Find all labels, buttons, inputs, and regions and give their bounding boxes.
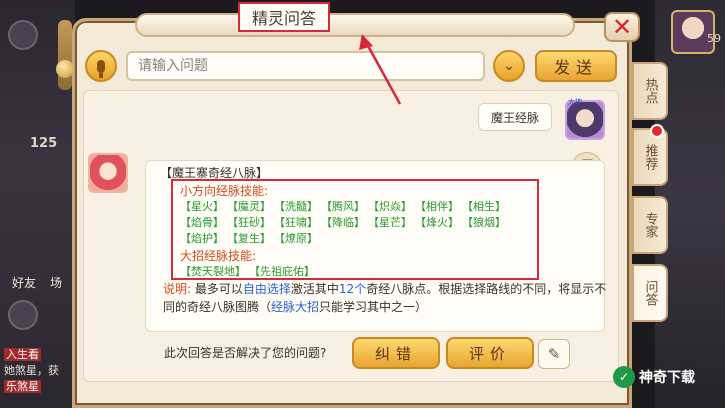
history-dropdown-button[interactable]: ⌄ (493, 50, 525, 82)
report-error-button[interactable]: 纠错 (352, 337, 440, 369)
sprite-avatar (88, 153, 128, 193)
watermark-logo-icon: ✓ (613, 366, 635, 388)
voice-input-button[interactable] (85, 50, 117, 82)
rate-button[interactable]: 评价 (446, 337, 534, 369)
free-select-link[interactable]: 自由选择 (243, 282, 291, 296)
watermark-text: 神奇下载 (639, 370, 695, 386)
game-stat-number: 125 (30, 136, 58, 151)
tassel-ornament (58, 20, 72, 90)
game-chat-line: 入生看 (4, 348, 41, 361)
game-chat-icon[interactable] (8, 300, 38, 330)
close-icon: ✕ (611, 13, 633, 41)
close-button[interactable]: ✕ (604, 12, 640, 42)
tab-hot[interactable]: 热点 (632, 62, 668, 120)
tab-recommend[interactable]: 推荐 (632, 128, 668, 186)
microphone-icon (97, 59, 105, 78)
game-menu-icon[interactable] (8, 20, 38, 50)
highlight-annotation-box (171, 179, 539, 280)
game-chat-line: 她煞星，获 (4, 364, 59, 377)
send-button[interactable]: 发送 (535, 50, 617, 82)
tab-qa[interactable]: 问答 (632, 264, 668, 322)
meridian-ultimate-link[interactable]: 经脉大招 (271, 300, 319, 314)
tab-expert[interactable]: 专家 (632, 196, 668, 254)
question-input[interactable] (126, 51, 485, 81)
dialog-header-bar (135, 13, 575, 37)
feedback-question: 此次回答是否解决了您的问题? (164, 346, 327, 360)
game-level-number: 59 (707, 32, 721, 45)
tab-label: 热点 (642, 78, 658, 104)
dialog-title: 精灵问答 (238, 2, 330, 32)
edit-button[interactable]: ✎ (538, 339, 570, 369)
edit-icon: ✎ (547, 345, 561, 363)
notification-dot (650, 124, 664, 138)
tassel-ornament-ball (56, 60, 74, 78)
user-avatar-tag: 大神 (568, 98, 582, 106)
user-question-bubble: 魔王经脉 (478, 103, 553, 131)
game-chat-line: 乐煞星 (4, 380, 41, 393)
chevron-down-icon: ⌄ (503, 58, 515, 74)
tab-label: 推荐 (642, 144, 658, 170)
game-field-label: 场 (50, 276, 63, 290)
tab-label: 问答 (642, 280, 658, 306)
tab-label: 专家 (642, 212, 658, 238)
game-friend-label: 好友 (12, 276, 37, 290)
answer-description: 说明: 最多可以自由选择激活其中12个奇经八脉点。根据选择路线的不同，将显示不同… (163, 282, 607, 314)
watermark: ✓ 神奇下载 (613, 366, 695, 388)
